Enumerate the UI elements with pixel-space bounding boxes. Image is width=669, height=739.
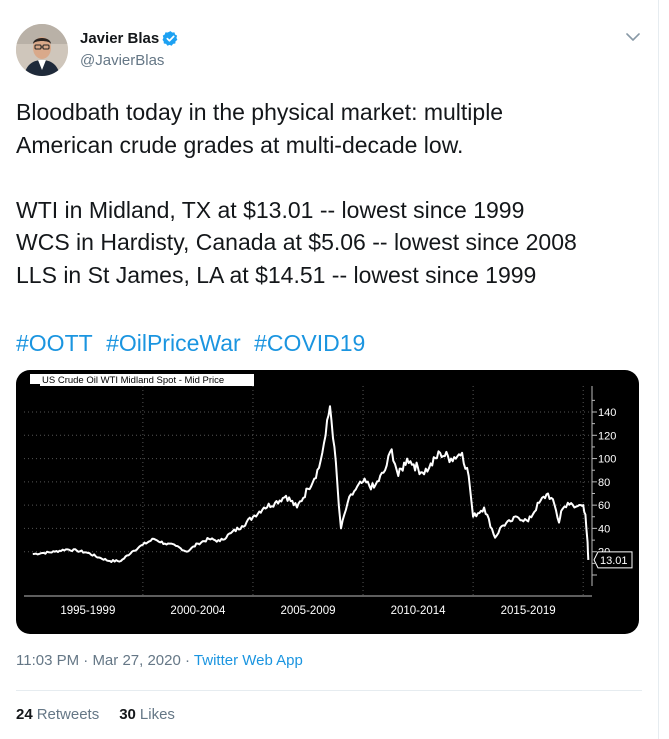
chevron-down-icon[interactable]	[624, 28, 642, 46]
tweet-line: WTI in Midland, TX at $13.01 -- lowest s…	[16, 196, 525, 223]
chart-grid	[24, 386, 592, 596]
y-tick-label: 120	[598, 430, 616, 442]
x-tick-label: 1995-1999	[60, 605, 115, 617]
legend-swatch	[30, 374, 40, 384]
last-value-label: 13.01	[600, 555, 628, 567]
likes-label: Likes	[139, 706, 175, 723]
retweets-count: 24	[16, 706, 33, 723]
likes-count: 30	[119, 706, 136, 723]
last-value-marker: 13.01	[593, 551, 633, 569]
tweet-text: Bloodbath today in the physical market: …	[16, 96, 646, 291]
tweet-time[interactable]: 11:03 PM	[16, 652, 79, 669]
divider	[16, 690, 642, 691]
author-handle[interactable]: @JavierBlas	[80, 52, 164, 69]
x-tick-label: 2010-2014	[391, 605, 447, 617]
chart-image[interactable]: US Crude Oil WTI Midland Spot - Mid Pric…	[16, 370, 639, 634]
author-name-row: Javier Blas	[80, 30, 179, 47]
y-tick-label: 140	[598, 407, 616, 419]
tweet-header: Javier Blas @JavierBlas	[16, 24, 642, 76]
x-axis-labels: 1995-1999 2000-2004 2005-2009 2010-2014 2015…	[60, 605, 555, 617]
y-tick-label: 100	[598, 454, 616, 466]
hashtag-link[interactable]: #OilPriceWar	[106, 330, 241, 356]
hashtag-link[interactable]: #OOTT	[16, 330, 93, 356]
tweet-line: American crude grades at multi-decade lo…	[16, 131, 464, 158]
hashtag-link[interactable]: #COVID19	[254, 330, 365, 356]
tweet-date[interactable]: Mar 27, 2020	[92, 652, 180, 669]
retweets-label: Retweets	[36, 706, 100, 723]
price-chart: US Crude Oil WTI Midland Spot - Mid Pric…	[24, 374, 633, 617]
separator-dot: ·	[185, 652, 190, 669]
tweet-card: Javier Blas @JavierBlas Bloodbath today …	[0, 0, 659, 739]
chart-axes	[24, 386, 597, 597]
series-line	[32, 405, 590, 563]
y-tick-label: 40	[598, 523, 610, 535]
y-tick-label: 60	[598, 500, 610, 512]
likes-stat[interactable]: 30 Likes	[119, 706, 175, 723]
author-name[interactable]: Javier Blas	[80, 30, 159, 47]
legend-label: US Crude Oil WTI Midland Spot - Mid Pric…	[42, 375, 224, 386]
y-tick-label: 80	[598, 477, 610, 489]
y-axis-labels: 14012010080604020	[598, 407, 616, 559]
tweet-line: LLS in St James, LA at $14.51 -- lowest …	[16, 261, 537, 288]
tweet-timestamp: 11:03 PM · Mar 27, 2020 · Twitter Web Ap…	[16, 652, 303, 669]
retweets-stat[interactable]: 24 Retweets	[16, 706, 99, 723]
x-tick-label: 2005-2009	[281, 605, 336, 617]
tweet-line: WCS in Hardisty, Canada at $5.06 -- lowe…	[16, 229, 577, 255]
tweet-stats: 24 Retweets 30 Likes	[16, 706, 195, 723]
tweet-source-link[interactable]: Twitter Web App	[194, 652, 303, 669]
x-tick-label: 2000-2004	[170, 605, 226, 617]
separator-dot: ·	[83, 652, 89, 669]
tweet-line: Bloodbath today in the physical market: …	[16, 99, 504, 125]
avatar[interactable]	[16, 24, 68, 76]
verified-badge-icon	[162, 30, 179, 47]
chart-legend: US Crude Oil WTI Midland Spot - Mid Pric…	[30, 374, 254, 386]
avatar-image	[16, 24, 68, 76]
hashtag-row: #OOTT #OilPriceWar #COVID19	[16, 327, 372, 359]
x-tick-label: 2015-2019	[501, 605, 556, 617]
